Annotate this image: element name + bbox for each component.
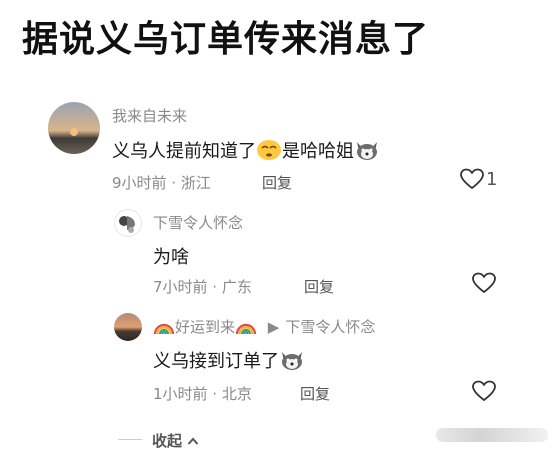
reply-button[interactable]: 回复: [262, 172, 292, 193]
comment-username[interactable]: 下雪令人怀念: [153, 212, 243, 233]
chevron-up-icon: [187, 432, 199, 450]
reply-to-username[interactable]: 下雪令人怀念: [285, 318, 375, 336]
avatar[interactable]: [48, 102, 100, 154]
collapse-button[interactable]: 收起: [152, 430, 199, 451]
like-count: 1: [486, 169, 498, 190]
comment-time-location: 9小时前 · 浙江: [112, 174, 211, 192]
comment-text: 义乌人提前知道了 是哈哈姐: [112, 137, 380, 166]
watermark: [436, 428, 548, 442]
comment-time-location: 1小时前 · 北京: [153, 385, 252, 403]
comment-text-main: 义乌接到订单了: [153, 351, 279, 372]
husky-emoji-icon: [279, 349, 305, 376]
collapse-label: 收起: [152, 432, 183, 450]
rainbow-icon: [235, 318, 257, 340]
comment-username[interactable]: 我来自未来: [112, 105, 187, 126]
avatar[interactable]: [114, 209, 142, 237]
husky-emoji-icon: [354, 139, 380, 166]
comment-text: 为啥: [153, 247, 189, 268]
avatar[interactable]: [114, 313, 142, 341]
caret-right-icon: ▶: [267, 318, 280, 336]
heart-icon[interactable]: [460, 168, 484, 194]
comment-text: 义乌接到订单了: [153, 347, 305, 376]
comment-username[interactable]: 好运到来: [175, 318, 235, 336]
comment-time-location: 7小时前 · 广东: [153, 278, 252, 296]
rainbow-icon: [153, 318, 175, 340]
headline: 据说义乌订单传来消息了: [22, 19, 430, 60]
heart-icon[interactable]: [472, 380, 496, 406]
collapse-divider: [118, 439, 142, 440]
comment-username-row: 好运到来 ▶ 下雪令人怀念: [153, 316, 375, 340]
reply-button[interactable]: 回复: [300, 383, 330, 404]
reply-button[interactable]: 回复: [304, 276, 334, 297]
heart-icon[interactable]: [472, 272, 496, 298]
smile-emoji-icon: [256, 139, 282, 166]
comment-text-main: 义乌人提前知道了: [112, 141, 256, 162]
comment-text-tail: 是哈哈姐: [282, 141, 354, 162]
